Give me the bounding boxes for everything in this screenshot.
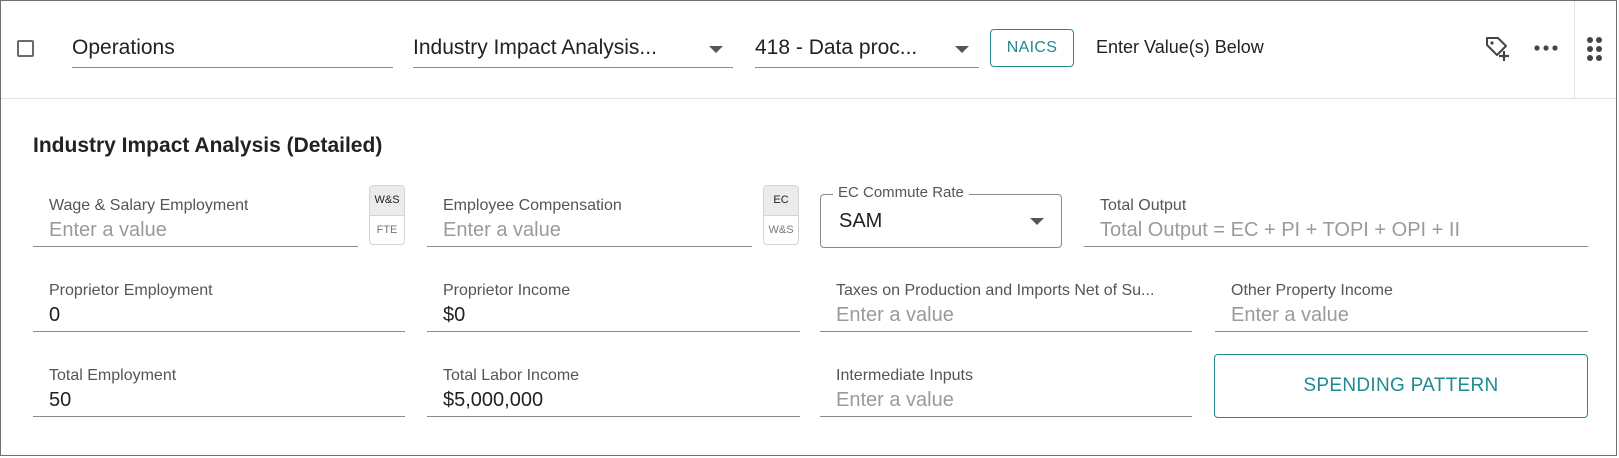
field-label: Intermediate Inputs <box>836 367 973 384</box>
more-options-icon[interactable] <box>1531 33 1561 63</box>
employment-unit-toggle[interactable]: W&S FTE <box>369 185 405 245</box>
chevron-down-icon <box>1030 218 1044 225</box>
total-employment-field[interactable]: Total Employment 50 <box>33 363 405 417</box>
employee-compensation-field[interactable]: Employee Compensation Enter a value <box>427 193 752 247</box>
event-card: Operations Industry Impact Analysis... 4… <box>0 0 1617 456</box>
compensation-unit-toggle[interactable]: EC W&S <box>763 185 799 245</box>
add-tag-icon[interactable] <box>1482 33 1512 63</box>
proprietor-employment-field[interactable]: Proprietor Employment 0 <box>33 278 405 332</box>
event-header-row: Operations Industry Impact Analysis... 4… <box>1 1 1616 99</box>
field-label: Total Output <box>1100 197 1187 214</box>
industry-value: 418 - Data proc... <box>755 36 918 59</box>
analysis-type-select[interactable]: Industry Impact Analysis... <box>413 34 733 68</box>
field-label: Proprietor Employment <box>49 282 213 299</box>
chevron-down-icon <box>709 46 723 53</box>
field-value: $0 <box>443 304 466 326</box>
industry-select[interactable]: 418 - Data proc... <box>755 34 979 68</box>
proprietor-income-field[interactable]: Proprietor Income $0 <box>427 278 800 332</box>
field-placeholder: Enter a value <box>836 304 954 326</box>
field-label: Taxes on Production and Imports Net of S… <box>836 282 1155 299</box>
analysis-type-value: Industry Impact Analysis... <box>413 36 657 59</box>
section-title: Industry Impact Analysis (Detailed) <box>33 134 383 157</box>
toggle-option-selected[interactable]: EC <box>764 186 798 216</box>
field-placeholder: Total Output = EC + PI + TOPI + OPI + II <box>1100 219 1460 241</box>
spending-pattern-button[interactable]: SPENDING PATTERN <box>1214 354 1588 418</box>
field-placeholder: Enter a value <box>836 389 954 411</box>
total-output-field[interactable]: Total Output Total Output = EC + PI + TO… <box>1084 193 1588 247</box>
header-divider <box>1574 1 1575 98</box>
field-placeholder: Enter a value <box>1231 304 1349 326</box>
intermediate-inputs-field[interactable]: Intermediate Inputs Enter a value <box>820 363 1192 417</box>
category-input[interactable]: Operations <box>72 34 393 68</box>
field-placeholder: Enter a value <box>443 219 561 241</box>
other-property-income-field[interactable]: Other Property Income Enter a value <box>1215 278 1588 332</box>
field-label: Wage & Salary Employment <box>49 197 249 214</box>
field-value: SAM <box>839 210 883 232</box>
field-label: Other Property Income <box>1231 282 1393 299</box>
ec-commute-rate-select[interactable]: EC Commute Rate SAM <box>820 184 1062 248</box>
field-value: 0 <box>49 304 61 326</box>
wage-salary-employment-field[interactable]: Wage & Salary Employment Enter a value <box>33 193 358 247</box>
field-label: Proprietor Income <box>443 282 571 299</box>
field-label: Total Labor Income <box>443 367 580 384</box>
field-placeholder: Enter a value <box>49 219 167 241</box>
field-label: EC Commute Rate <box>833 184 969 201</box>
enter-values-label: Enter Value(s) Below <box>1096 37 1264 57</box>
select-checkbox[interactable] <box>17 40 34 57</box>
field-label: Total Employment <box>49 367 177 384</box>
field-label: Employee Compensation <box>443 197 622 214</box>
toggle-option[interactable]: FTE <box>370 216 404 244</box>
naics-button[interactable]: NAICS <box>990 29 1074 67</box>
field-value: $5,000,000 <box>443 389 544 411</box>
toggle-option[interactable]: W&S <box>764 216 798 244</box>
taxes-on-production-field[interactable]: Taxes on Production and Imports Net of S… <box>820 278 1192 332</box>
category-value: Operations <box>72 36 175 59</box>
toggle-option-selected[interactable]: W&S <box>370 186 404 216</box>
chevron-down-icon <box>955 46 969 53</box>
total-labor-income-field[interactable]: Total Labor Income $5,000,000 <box>427 363 800 417</box>
drag-handle-icon[interactable] <box>1582 34 1612 64</box>
field-value: 50 <box>49 389 72 411</box>
